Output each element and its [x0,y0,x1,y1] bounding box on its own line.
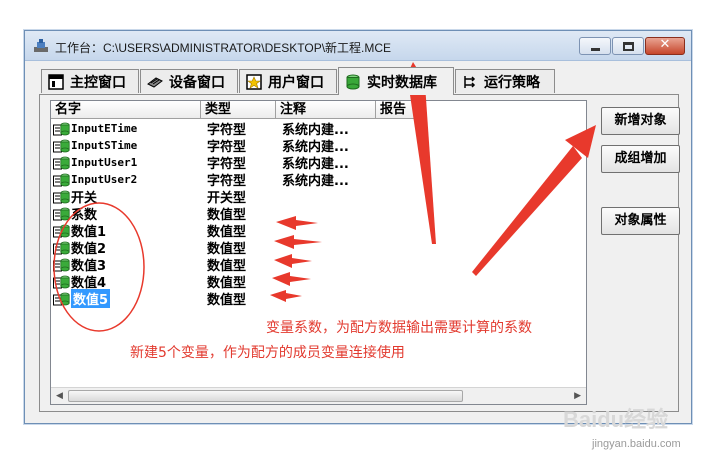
row-name-text: 数值5 [71,289,111,308]
annotation-coefficient: 变量系数，为配方数据输出需要计算的系数 [266,320,532,336]
column-header-report[interactable]: 报告 [376,101,426,119]
tab-main-window[interactable]: 主控窗口 [41,69,139,93]
cell-name: InputSTime [51,139,203,153]
column-header-note[interactable]: 注释 [276,101,376,119]
tab-run-strategy[interactable]: 运行策略 [455,69,555,93]
tab-label: 设备窗口 [169,74,225,91]
row-name-text: InputSTime [71,139,138,152]
variable-icon [53,207,70,220]
title-bar[interactable]: 工作台：C:\USERS\ADMINISTRATOR\DESKTOP\新工程.M… [25,31,691,61]
object-properties-button[interactable]: 对象属性 [601,207,680,235]
table-row[interactable]: InputSTime 字符型 系统内建... [51,137,586,155]
variable-icon [53,173,70,186]
watermark-url: jingyan.baidu.com [592,438,681,450]
horizontal-scrollbar[interactable]: ◀ ▶ [51,387,586,404]
close-icon: ✕ [659,37,671,52]
variable-icon [53,122,70,135]
scroll-right-icon[interactable]: ▶ [574,391,581,401]
group-add-button[interactable]: 成组增加 [601,145,680,173]
list-rows: InputETime 字符型 系统内建... InputSTime 字符型 系统… [51,120,586,308]
scroll-thumb[interactable] [68,390,463,402]
column-header-name[interactable]: 名字 [51,101,201,119]
row-name-text: InputUser2 [71,173,138,186]
tab-label: 用户窗口 [268,74,324,91]
table-row[interactable]: InputETime 字符型 系统内建... [51,120,586,138]
minimize-button[interactable] [579,37,611,55]
table-row[interactable]: InputUser1 字符型 系统内建... [51,154,586,172]
database-panel: 名字 类型 注释 报告 InputETime 字符型 系统内建... Input… [39,94,680,412]
user-window-icon [246,73,262,90]
variable-icon [53,241,70,254]
scroll-left-icon[interactable]: ◀ [56,391,63,401]
row-name-text: InputETime [71,122,138,135]
tab-label: 主控窗口 [70,74,126,91]
table-row[interactable]: 数值5 数值型 [51,289,586,308]
cell-name: InputETime [51,122,203,136]
new-object-button[interactable]: 新增对象 [601,107,680,135]
tab-user-window[interactable]: 用户窗口 [239,69,337,93]
minimize-icon [591,48,600,51]
table-row[interactable]: 数值1 数值型 [51,222,586,240]
main-window-icon [48,73,64,90]
tab-label: 实时数据库 [367,74,437,91]
variable-icon [53,190,70,203]
cell-name: 数值5 [51,289,203,308]
variable-icon [53,224,70,237]
cell-name: InputUser1 [51,156,203,170]
annotation-new-vars: 新建5个变量，作为配方的成员变量连接使用 [130,345,405,361]
maximize-button[interactable] [612,37,644,55]
tab-device-window[interactable]: 设备窗口 [140,69,238,93]
watermark-logo: Baidu经验 [563,407,669,432]
variable-icon [53,258,70,271]
tab-realtime-database[interactable]: 实时数据库 [338,67,454,95]
cell-type: 数值型 [207,293,247,308]
row-name-text: InputUser1 [71,156,138,169]
list-header: 名字 类型 注释 报告 [51,101,586,119]
column-header-type[interactable]: 类型 [201,101,276,119]
window-title: 工作台：C:\USERS\ADMINISTRATOR\DESKTOP\新工程.M… [55,41,392,55]
cell-name: InputUser2 [51,173,203,187]
table-row[interactable]: 开关 开关型 [51,188,586,206]
variable-icon [53,275,70,288]
cell-note: 系统内建... [282,174,349,189]
variable-icon [53,292,70,305]
workbench-window: 工作台：C:\USERS\ADMINISTRATOR\DESKTOP\新工程.M… [24,30,692,424]
strategy-icon [464,75,476,88]
table-row[interactable]: InputUser2 字符型 系统内建... [51,171,586,189]
app-icon [34,39,48,52]
variable-icon [53,139,70,152]
window-controls: ✕ [579,37,685,55]
maximize-icon [623,42,634,51]
database-icon [346,74,360,89]
device-icon [147,76,163,88]
tab-label: 运行策略 [484,74,540,91]
close-button[interactable]: ✕ [645,37,685,55]
table-row[interactable]: 数值4 数值型 [51,273,586,291]
variable-icon [53,156,70,169]
table-row[interactable]: 系数 数值型 [51,205,586,223]
table-row[interactable]: 数值2 数值型 [51,239,586,257]
table-row[interactable]: 数值3 数值型 [51,256,586,274]
